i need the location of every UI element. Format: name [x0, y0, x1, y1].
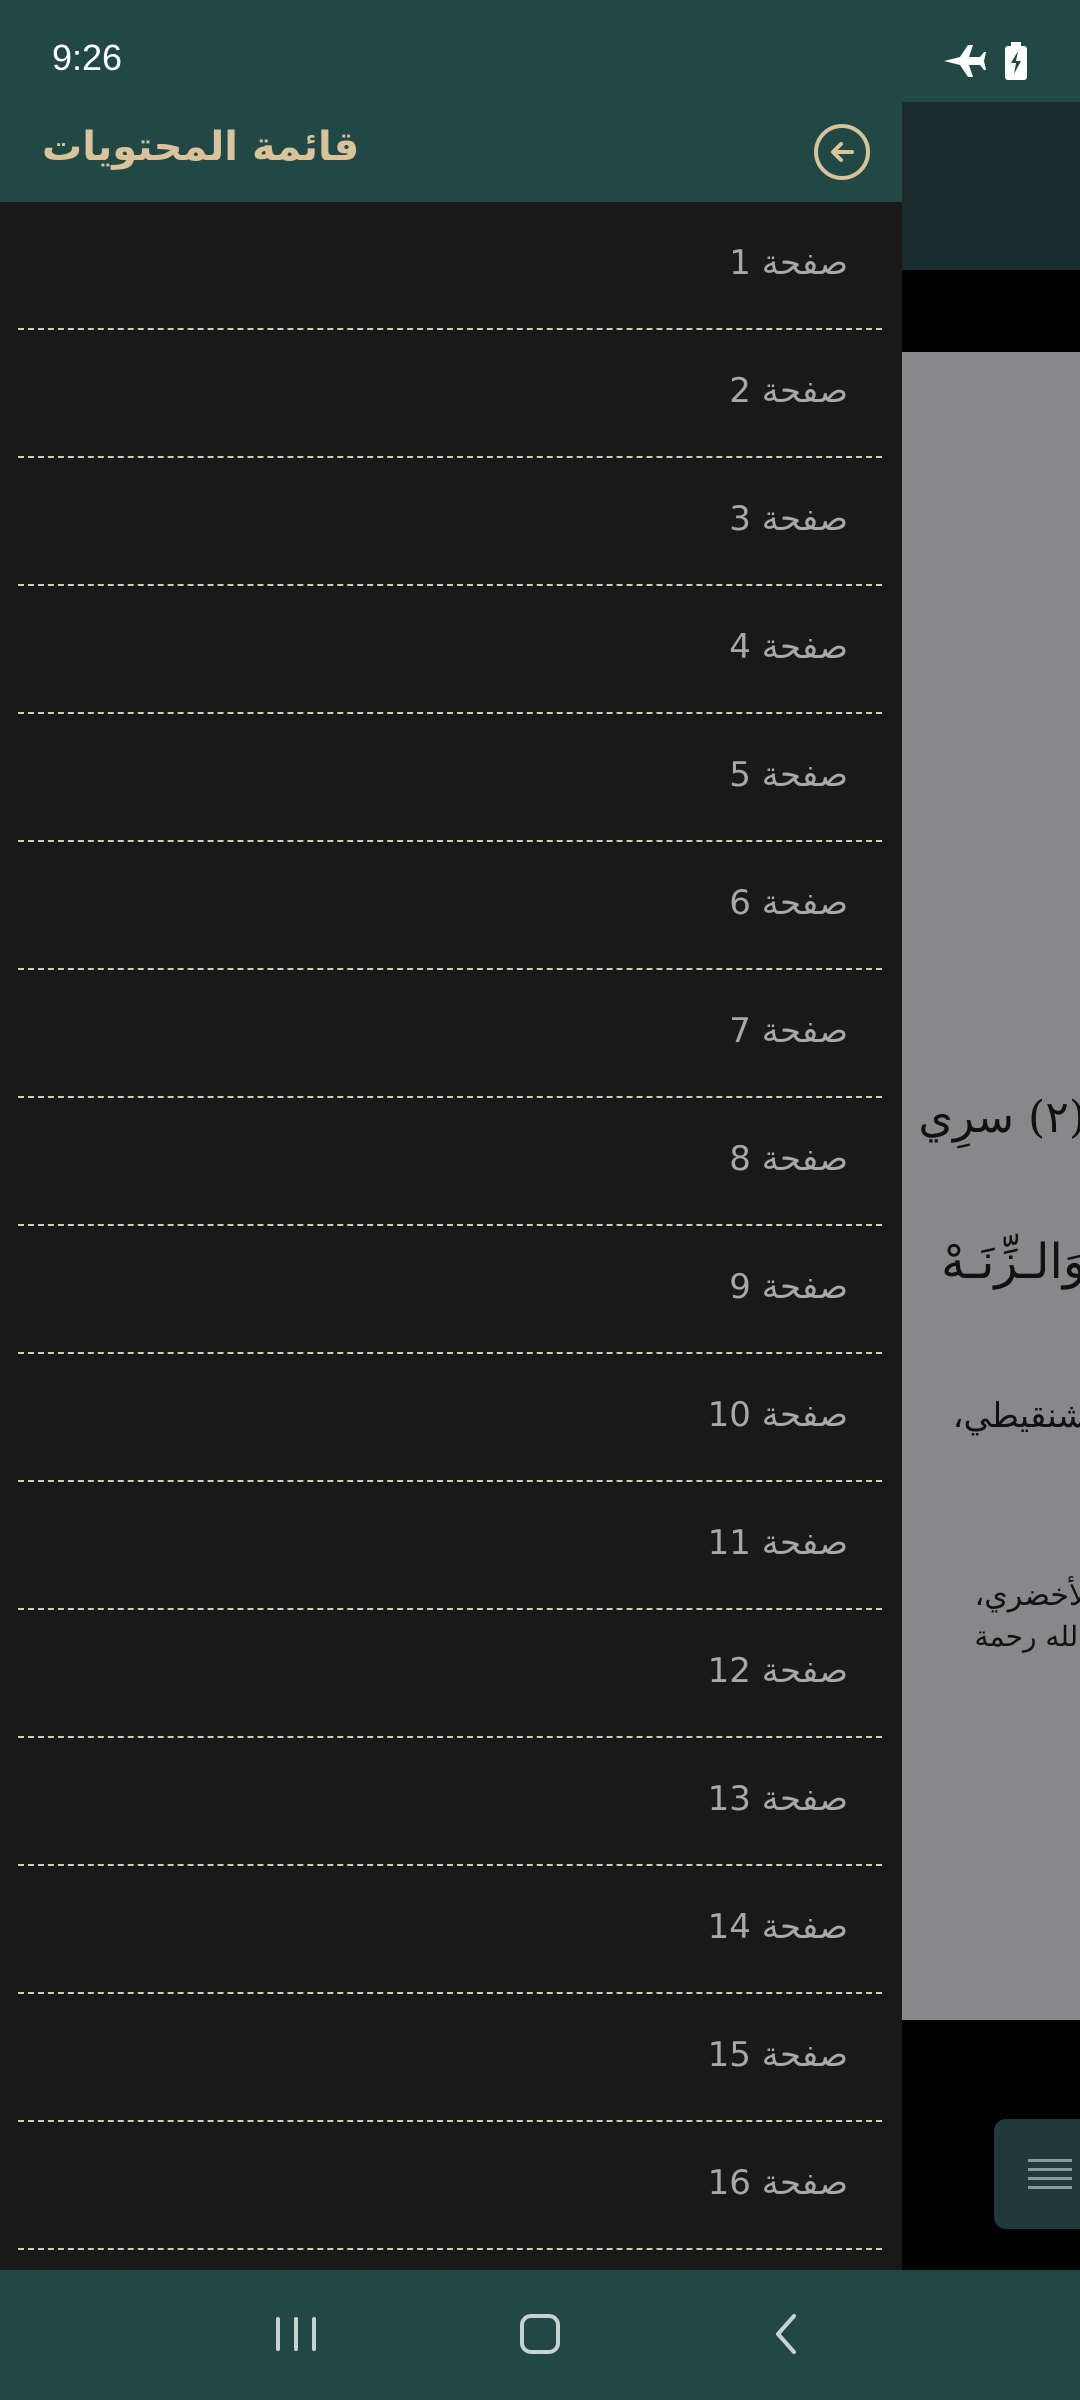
toc-item-label: صفحة 13	[707, 1779, 848, 1819]
arrow-left-circle-icon	[831, 142, 854, 162]
toc-item[interactable]: صفحة 11	[0, 1482, 902, 1610]
toc-item-label: صفحة 14	[707, 1907, 848, 1947]
toc-item[interactable]: صفحة 6	[0, 842, 902, 970]
toc-item-label: صفحة 7	[729, 1011, 848, 1051]
status-icons	[942, 42, 1028, 80]
home-icon[interactable]	[510, 2304, 570, 2364]
toc-item[interactable]: صفحة 13	[0, 1738, 902, 1866]
toc-item[interactable]: صفحة 9	[0, 1226, 902, 1354]
drawer-header: قائمة المحتويات	[0, 102, 902, 202]
system-nav-bar	[0, 2270, 1080, 2400]
toc-list: صفحة 1 صفحة 2 صفحة 3 صفحة 4 صفحة 5 صفحة …	[0, 202, 902, 2250]
toc-item-label: صفحة 16	[707, 2163, 848, 2203]
toc-item[interactable]: صفحة 16	[0, 2122, 902, 2250]
drawer-title: قائمة المحتويات	[42, 124, 360, 170]
toc-item-label: صفحة 12	[707, 1651, 848, 1691]
divider	[18, 2248, 882, 2250]
page-text-line: شنقيطي،	[952, 1396, 1080, 1436]
toc-item[interactable]: صفحة 7	[0, 970, 902, 1098]
toc-item-label: صفحة 6	[729, 883, 848, 923]
page-text-line: الله رحمة	[974, 1620, 1080, 1653]
close-drawer-button[interactable]	[814, 124, 870, 180]
toc-item[interactable]: صفحة 2	[0, 330, 902, 458]
toc-item-label: صفحة 9	[729, 1267, 848, 1307]
toc-item-label: صفحة 3	[729, 499, 848, 539]
toc-item[interactable]: صفحة 12	[0, 1610, 902, 1738]
page-text-line: وَالـزِّنَـهْ	[941, 1234, 1080, 1290]
toc-item[interactable]: صفحة 10	[0, 1354, 902, 1482]
toc-item-label: صفحة 8	[729, 1139, 848, 1179]
toc-item-label: صفحة 5	[729, 755, 848, 795]
toc-item-label: صفحة 2	[729, 371, 848, 411]
toc-item[interactable]: صفحة 3	[0, 458, 902, 586]
toc-item[interactable]: صفحة 15	[0, 1994, 902, 2122]
back-icon[interactable]	[756, 2304, 816, 2364]
book-page[interactable]: (٢) سرِي وَالـزِّنَـهْ شنقيطي، لأخضري، ا…	[902, 352, 1080, 2020]
battery-charging-icon	[1005, 42, 1027, 80]
page-text-line: (٢) سرِي	[918, 1092, 1080, 1143]
toc-item-label: صفحة 10	[707, 1395, 848, 1435]
menu-lines-icon	[1028, 2159, 1072, 2195]
toc-item[interactable]: صفحة 8	[0, 1098, 902, 1226]
toc-item-label: صفحة 11	[707, 1523, 848, 1563]
toc-item[interactable]: صفحة 5	[0, 714, 902, 842]
toc-item-label: صفحة 1	[729, 243, 848, 283]
toc-item[interactable]: صفحة 1	[0, 202, 902, 330]
toc-item[interactable]: صفحة 14	[0, 1866, 902, 1994]
table-of-contents-drawer: قائمة المحتويات صفحة 1 صفحة 2 صفحة 3 صفح…	[0, 102, 902, 2270]
status-time: 9:26	[52, 37, 123, 78]
recent-apps-icon[interactable]	[266, 2304, 326, 2364]
toc-item-label: صفحة 4	[729, 627, 848, 667]
toc-item[interactable]: صفحة 4	[0, 586, 902, 714]
page-text-line: لأخضري،	[974, 1578, 1080, 1613]
toc-item-label: صفحة 15	[707, 2035, 848, 2075]
menu-button[interactable]	[994, 2119, 1080, 2229]
airplane-icon	[944, 45, 986, 77]
status-bar: 9:26	[0, 0, 1080, 102]
